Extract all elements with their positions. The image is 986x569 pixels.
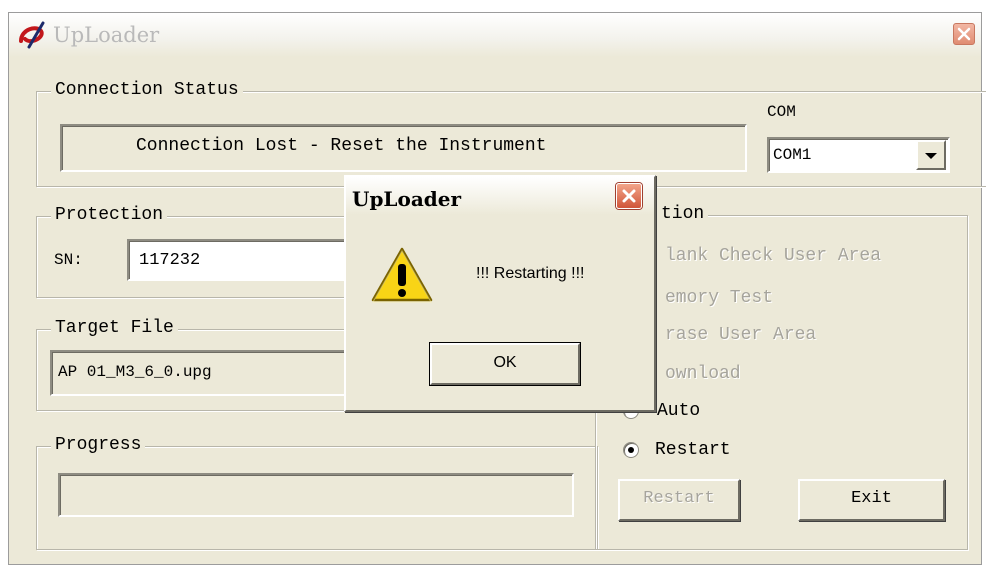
option-download-label[interactable]: ownload <box>665 364 741 384</box>
progress-bar <box>58 473 574 517</box>
target-file-display: AP 01_M3_6_0.upg <box>50 350 360 396</box>
restart-dialog: UpLoader !!! Restarting !!! OK <box>344 175 656 412</box>
option-restart-label[interactable]: Restart <box>655 440 731 460</box>
com-dropdown-button[interactable] <box>916 140 946 170</box>
target-file-name: AP 01_M3_6_0.upg <box>58 363 212 381</box>
action-legend: tion <box>657 204 709 224</box>
close-icon <box>957 27 971 41</box>
dialog-close-button[interactable] <box>616 183 642 209</box>
com-label: COM <box>767 103 796 121</box>
dialog-title: UpLoader <box>352 187 462 211</box>
sn-label: SN: <box>54 251 83 269</box>
com-select[interactable]: COM1 <box>767 137 950 173</box>
exit-button-label: Exit <box>851 489 892 508</box>
ok-button-label: OK <box>493 354 517 371</box>
progress-legend: Progress <box>51 435 146 455</box>
sn-input[interactable]: 117232 <box>127 239 357 281</box>
dialog-title-bar[interactable]: UpLoader <box>346 177 654 215</box>
app-logo-icon <box>19 21 45 49</box>
connection-status-text: Connection Lost - Reset the Instrument <box>136 136 547 156</box>
window-close-button[interactable] <box>953 23 975 45</box>
option-erase-user-area-label[interactable]: rase User Area <box>665 325 816 345</box>
dialog-ok-button[interactable]: OK <box>430 343 580 385</box>
radio-restart[interactable] <box>623 442 639 458</box>
sn-value: 117232 <box>139 251 201 270</box>
close-icon <box>622 189 636 203</box>
warning-icon <box>371 247 433 303</box>
exit-button[interactable]: Exit <box>798 479 945 521</box>
window-title: UpLoader <box>53 23 160 47</box>
restart-button[interactable]: Restart <box>618 479 740 521</box>
chevron-down-icon <box>925 153 937 159</box>
protection-legend: Protection <box>51 205 168 225</box>
radio-restart-selected-dot <box>628 447 634 453</box>
com-select-value: COM1 <box>773 146 812 164</box>
dialog-message: !!! Restarting !!! <box>476 265 585 282</box>
connection-status-legend: Connection Status <box>51 80 243 100</box>
target-file-legend: Target File <box>51 318 178 338</box>
connection-status-display: Connection Lost - Reset the Instrument <box>60 124 747 172</box>
option-memory-test-label[interactable]: emory Test <box>665 288 773 308</box>
option-blank-check-label[interactable]: lank Check User Area <box>665 246 881 266</box>
option-auto-label[interactable]: Auto <box>657 401 700 421</box>
title-bar[interactable]: UpLoader <box>9 13 981 57</box>
restart-button-label: Restart <box>643 489 715 508</box>
